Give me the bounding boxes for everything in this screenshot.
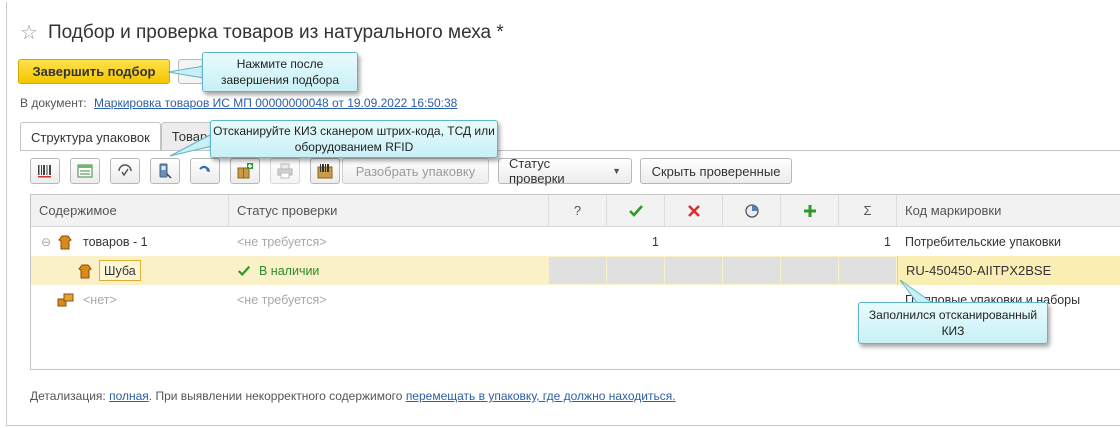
column-question[interactable]: ? [549,195,607,226]
barcode-icon [38,165,51,178]
print-button[interactable] [270,158,300,184]
row-checked-count: 1 [652,234,659,249]
column-code[interactable]: Код маркировки [897,195,1120,226]
package-barcode-icon [317,164,333,179]
empty-cell [665,257,722,284]
table-row-selected[interactable]: Шуба В наличии RU-450450-AIITPX2BSE [31,256,1120,285]
unpack-button[interactable]: Разобрать упаковку [342,158,489,184]
column-checked[interactable] [607,195,665,226]
empty-cell [781,257,838,284]
empty-cell [549,257,606,284]
document-link[interactable]: Маркировка товаров ИС МП 00000000048 от … [94,96,457,110]
check-status-label: Статус проверки [509,156,565,186]
finish-selection-button[interactable]: Завершить подбор [18,59,170,84]
chevron-down-icon: ▼ [612,166,621,176]
package-barcode-button[interactable] [310,158,340,184]
fill-button[interactable] [70,158,100,184]
curved-arrow-icon [199,165,210,172]
detail-prefix: Детализация: [30,389,106,403]
column-total[interactable]: Σ [839,195,897,226]
page-title: Подбор и проверка товаров из натуральног… [47,22,504,43]
row-code: Потребительские упаковки [905,234,1061,249]
title-bar: ☆ Подбор и проверка товаров из натуральн… [20,22,504,44]
in-stock-check-icon [237,265,251,276]
table-row[interactable]: ⊖ товаров - 1 <не требуется> 1 1 Потреби… [31,227,1120,256]
fur-coat-icon [77,256,93,285]
column-pending[interactable] [723,195,781,226]
check-status-dropdown[interactable]: Статус проверки ▼ [498,156,632,186]
column-status[interactable]: Статус проверки [229,195,549,226]
barcode-scan-button[interactable] [30,158,60,184]
row-total-count: 1 [884,234,891,249]
table-header: Содержимое Статус проверки ? Σ Код марки… [31,195,1120,227]
printer-icon [277,163,293,179]
tab-package-structure[interactable]: Структура упаковок [20,122,161,151]
add-package-button[interactable] [230,158,260,184]
cross-icon [687,204,700,217]
move-button[interactable] [190,158,220,184]
fur-coat-icon [57,227,73,256]
filled-hint-callout: Заполнился отсканированный КИЗ [858,302,1048,344]
table-fill-icon [77,164,93,178]
column-added[interactable] [781,195,839,226]
callout-pointer [169,133,213,157]
column-content[interactable]: Содержимое [31,195,229,226]
clock-icon [744,203,759,218]
empty-cell [723,257,780,284]
detail-middle-text: . При выявлении некорректного содержимог… [148,389,403,403]
document-reference: В документ: Маркировка товаров ИС МП 000… [20,96,457,110]
move-to-package-link[interactable]: перемещать в упаковку, где должно находи… [406,389,676,403]
empty-cell [839,257,896,284]
checkmark-icon [628,204,643,217]
hide-checked-button[interactable]: Скрыть проверенные [640,158,792,184]
packages-icon [57,285,75,314]
scan-device-button[interactable] [150,158,180,184]
callout-pointer [167,65,205,79]
document-prefix: В документ: [20,96,87,110]
finish-hint-callout: Нажмите после завершения подбора [202,52,358,92]
collapse-icon[interactable]: ⊖ [41,227,51,256]
detail-level-link[interactable]: полная [109,389,149,403]
row-content[interactable]: Шуба [99,260,141,281]
package-add-icon [237,163,253,179]
empty-cell [607,257,664,284]
row-status: <не требуется> [237,292,327,307]
row-content: товаров - 1 [83,234,148,249]
detail-footer: Детализация: полная. При выявлении некор… [30,389,676,403]
row-status: В наличии [259,263,320,278]
check-marks-button[interactable] [110,158,140,184]
check-status: В наличии [237,256,319,285]
column-missing[interactable] [665,195,723,226]
row-status: <не требуется> [237,234,327,249]
plus-icon [803,204,816,217]
verify-marks-icon [118,164,132,177]
favorite-star-icon[interactable]: ☆ [20,23,38,43]
scanner-icon [159,163,172,179]
row-content: <нет> [83,292,117,307]
scan-hint-callout: Отсканируйте КИЗ сканером штрих-кода, ТС… [210,120,498,158]
